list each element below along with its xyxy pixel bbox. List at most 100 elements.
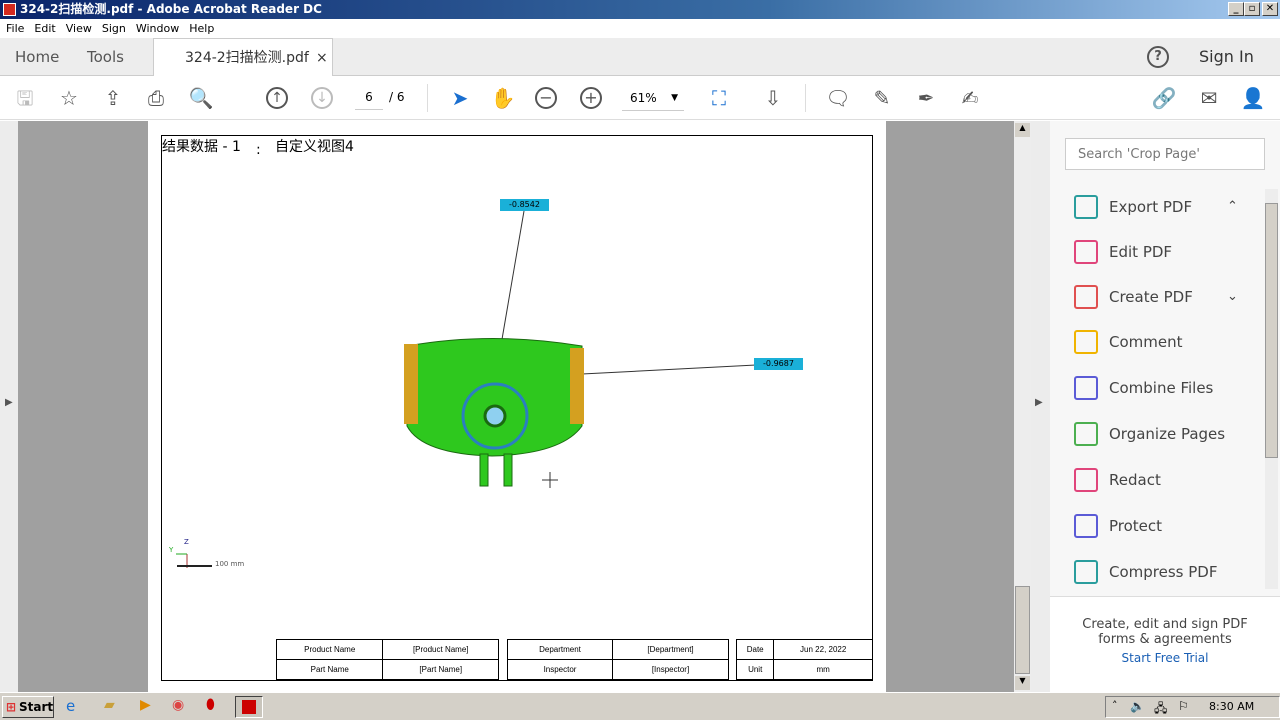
ie-icon[interactable]: e	[66, 697, 75, 715]
sign-in-button[interactable]: Sign In	[1199, 38, 1254, 76]
menu-bar: File Edit View Sign Window Help	[0, 19, 1280, 38]
scroll-mode-icon[interactable]: ⇩	[760, 85, 786, 111]
taskbar: ⊞ Start e ▰ ▶ ◉ ⬮ ˄ 🔈 🖧 ⚐ 8:30 AM	[0, 692, 1280, 720]
cell: Department	[506, 639, 614, 660]
zoom-level-dropdown[interactable]: 61% ▼	[622, 89, 684, 111]
chevron-up-icon[interactable]: ⌃	[1227, 192, 1238, 222]
media-player-icon[interactable]: ▶	[140, 697, 151, 713]
bookmark-star-icon[interactable]: ☆	[56, 85, 82, 111]
crosshair-cursor-icon	[542, 472, 558, 488]
left-panel-toggle[interactable]: ▶	[0, 121, 18, 692]
tab-tools[interactable]: Tools	[87, 38, 124, 76]
sign-pen-icon[interactable]: ✒	[913, 85, 939, 111]
tool-label: Comment	[1109, 333, 1183, 351]
compress-pdf-icon	[1074, 560, 1098, 584]
pane-scroll-thumb[interactable]	[1265, 203, 1278, 458]
explorer-icon[interactable]: ▰	[104, 697, 115, 713]
tray-expand-icon[interactable]: ˄	[1112, 699, 1118, 712]
start-free-trial-link[interactable]: Start Free Trial	[1050, 651, 1280, 665]
tab-document[interactable]: 324-2扫描检测.pdf ×	[153, 38, 333, 76]
opera-icon[interactable]: ⬮	[206, 697, 215, 713]
tool-create-pdf[interactable]: Create PDF ⌄	[1074, 282, 1254, 312]
network-icon[interactable]: 🖧	[1154, 699, 1167, 720]
tab-close-button[interactable]: ×	[316, 39, 328, 77]
select-cursor-icon[interactable]: ➤	[447, 85, 473, 111]
tool-combine-files[interactable]: Combine Files	[1074, 373, 1254, 403]
expand-left-icon: ▶	[5, 397, 13, 408]
zoom-out-icon[interactable]: −	[535, 87, 557, 109]
comment-icon[interactable]: 🗨	[825, 85, 851, 111]
share-link-icon[interactable]: 🔗	[1151, 85, 1177, 111]
chevron-down-icon[interactable]: ⌄	[1227, 282, 1238, 312]
toolbar: 🖫 ☆ ⇪ ⎙ 🔍 ↑ ↓ 6 / 6 ➤ ✋ − + 61% ▼ ⛶ ⇩ 🗨 ✎…	[0, 76, 1280, 120]
acrobat-icon	[242, 700, 256, 714]
close-button[interactable]: ✕	[1262, 2, 1278, 16]
vertical-scrollbar[interactable]: ▲ ▼	[1014, 121, 1031, 692]
tab-home[interactable]: Home	[15, 38, 59, 76]
deviation-label-1: -0.8542	[500, 199, 549, 211]
search-tools-input[interactable]: Search 'Crop Page'	[1065, 138, 1265, 170]
volume-icon[interactable]: 🔈	[1130, 699, 1145, 713]
maximize-button[interactable]: ▫	[1244, 2, 1260, 16]
chrome-icon[interactable]: ◉	[172, 697, 184, 713]
minimize-button[interactable]: _	[1228, 2, 1244, 16]
find-zoom-icon[interactable]: 🔍	[188, 85, 214, 111]
start-button[interactable]: ⊞ Start	[2, 696, 54, 718]
tool-edit-pdf[interactable]: Edit PDF	[1074, 237, 1254, 267]
fill-sign-icon[interactable]: ✍	[957, 85, 983, 111]
cell: Part Name	[275, 659, 384, 680]
promo-text: Create, edit and sign PDF forms & agreem…	[1082, 617, 1248, 647]
menu-edit[interactable]: Edit	[34, 22, 55, 35]
menu-window[interactable]: Window	[136, 22, 179, 35]
zoom-in-icon[interactable]: +	[580, 87, 602, 109]
tool-compress-pdf[interactable]: Compress PDF	[1074, 557, 1254, 587]
protect-icon	[1074, 514, 1098, 538]
menu-view[interactable]: View	[66, 22, 92, 35]
tool-protect[interactable]: Protect	[1074, 511, 1254, 541]
help-icon[interactable]: ?	[1147, 46, 1169, 68]
scroll-thumb[interactable]	[1015, 586, 1030, 674]
cell: Unit	[735, 659, 775, 680]
cell: [Part Name]	[382, 659, 499, 680]
action-center-flag-icon[interactable]: ⚐	[1178, 699, 1189, 713]
deviation-label-2: -0.9687	[754, 358, 803, 370]
upload-cloud-icon[interactable]: ⇪	[100, 85, 126, 111]
tool-label: Export PDF	[1109, 198, 1193, 216]
tool-redact[interactable]: Redact	[1074, 465, 1254, 495]
redact-icon	[1074, 468, 1098, 492]
tool-label: Redact	[1109, 471, 1161, 489]
add-user-icon[interactable]: 👤	[1240, 85, 1266, 111]
menu-sign[interactable]: Sign	[102, 22, 126, 35]
email-icon[interactable]: ✉	[1196, 85, 1222, 111]
axis-y-label: Y	[169, 546, 174, 554]
acrobat-taskbar-button[interactable]	[235, 696, 263, 718]
highlight-pen-icon[interactable]: ✎	[869, 85, 895, 111]
save-icon[interactable]: 🖫	[12, 85, 38, 111]
tool-export-pdf[interactable]: Export PDF ⌃	[1074, 192, 1254, 222]
page-total: / 6	[389, 90, 405, 104]
scroll-down-icon[interactable]: ▼	[1015, 676, 1030, 690]
scale-label: 100 mm	[215, 560, 245, 568]
hand-tool-icon[interactable]: ✋	[490, 85, 516, 111]
cell: [Product Name]	[382, 639, 499, 660]
scroll-up-icon[interactable]: ▲	[1015, 123, 1030, 137]
previous-page-icon[interactable]: ↑	[266, 87, 288, 109]
right-panel-toggle[interactable]: ▶	[1031, 121, 1050, 692]
pane-scrollbar[interactable]	[1265, 189, 1278, 589]
page-number-input[interactable]: 6	[355, 90, 383, 110]
menu-help[interactable]: Help	[189, 22, 214, 35]
promo-box: Create, edit and sign PDF forms & agreem…	[1050, 596, 1280, 692]
info-table-department: Department [Department] Inspector [Inspect…	[506, 639, 729, 680]
organize-pages-icon	[1074, 422, 1098, 446]
print-icon[interactable]: ⎙	[143, 85, 169, 111]
next-page-icon[interactable]: ↓	[311, 87, 333, 109]
clock[interactable]: 8:30 AM	[1209, 700, 1254, 713]
tab-bar: Home Tools 324-2扫描检测.pdf × ? Sign In	[0, 38, 1280, 76]
tool-comment[interactable]: Comment	[1074, 327, 1254, 357]
cell: [Department]	[612, 639, 729, 660]
menu-file[interactable]: File	[6, 22, 24, 35]
tool-label: Organize Pages	[1109, 425, 1226, 443]
combine-files-icon	[1074, 376, 1098, 400]
tool-organize-pages[interactable]: Organize Pages	[1074, 419, 1254, 449]
fit-page-icon[interactable]: ⛶	[706, 85, 732, 111]
